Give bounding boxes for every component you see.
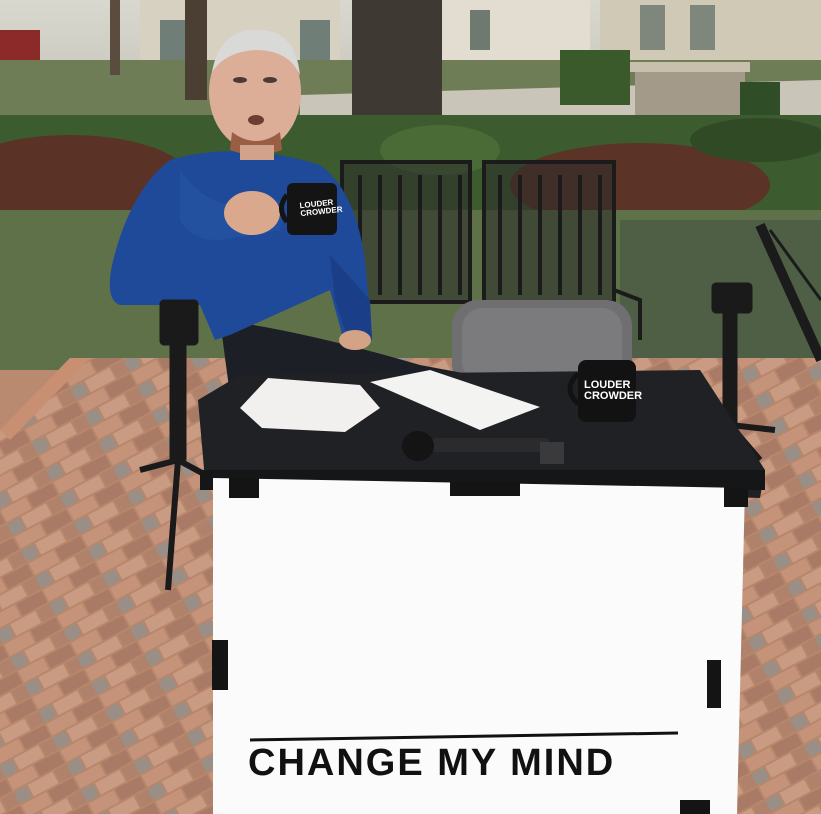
meme-photo: LOUDER CROWDER LOUDER CROWDER CHANGE MY …	[0, 0, 821, 814]
desk-mug-line-2: CROWDER	[584, 390, 643, 402]
scene-illustration	[0, 0, 821, 814]
sign-caption: CHANGE MY MIND	[248, 742, 616, 784]
hand	[224, 191, 280, 235]
desk-mug-label: LOUDER CROWDER	[584, 380, 642, 402]
microphone	[430, 438, 550, 452]
